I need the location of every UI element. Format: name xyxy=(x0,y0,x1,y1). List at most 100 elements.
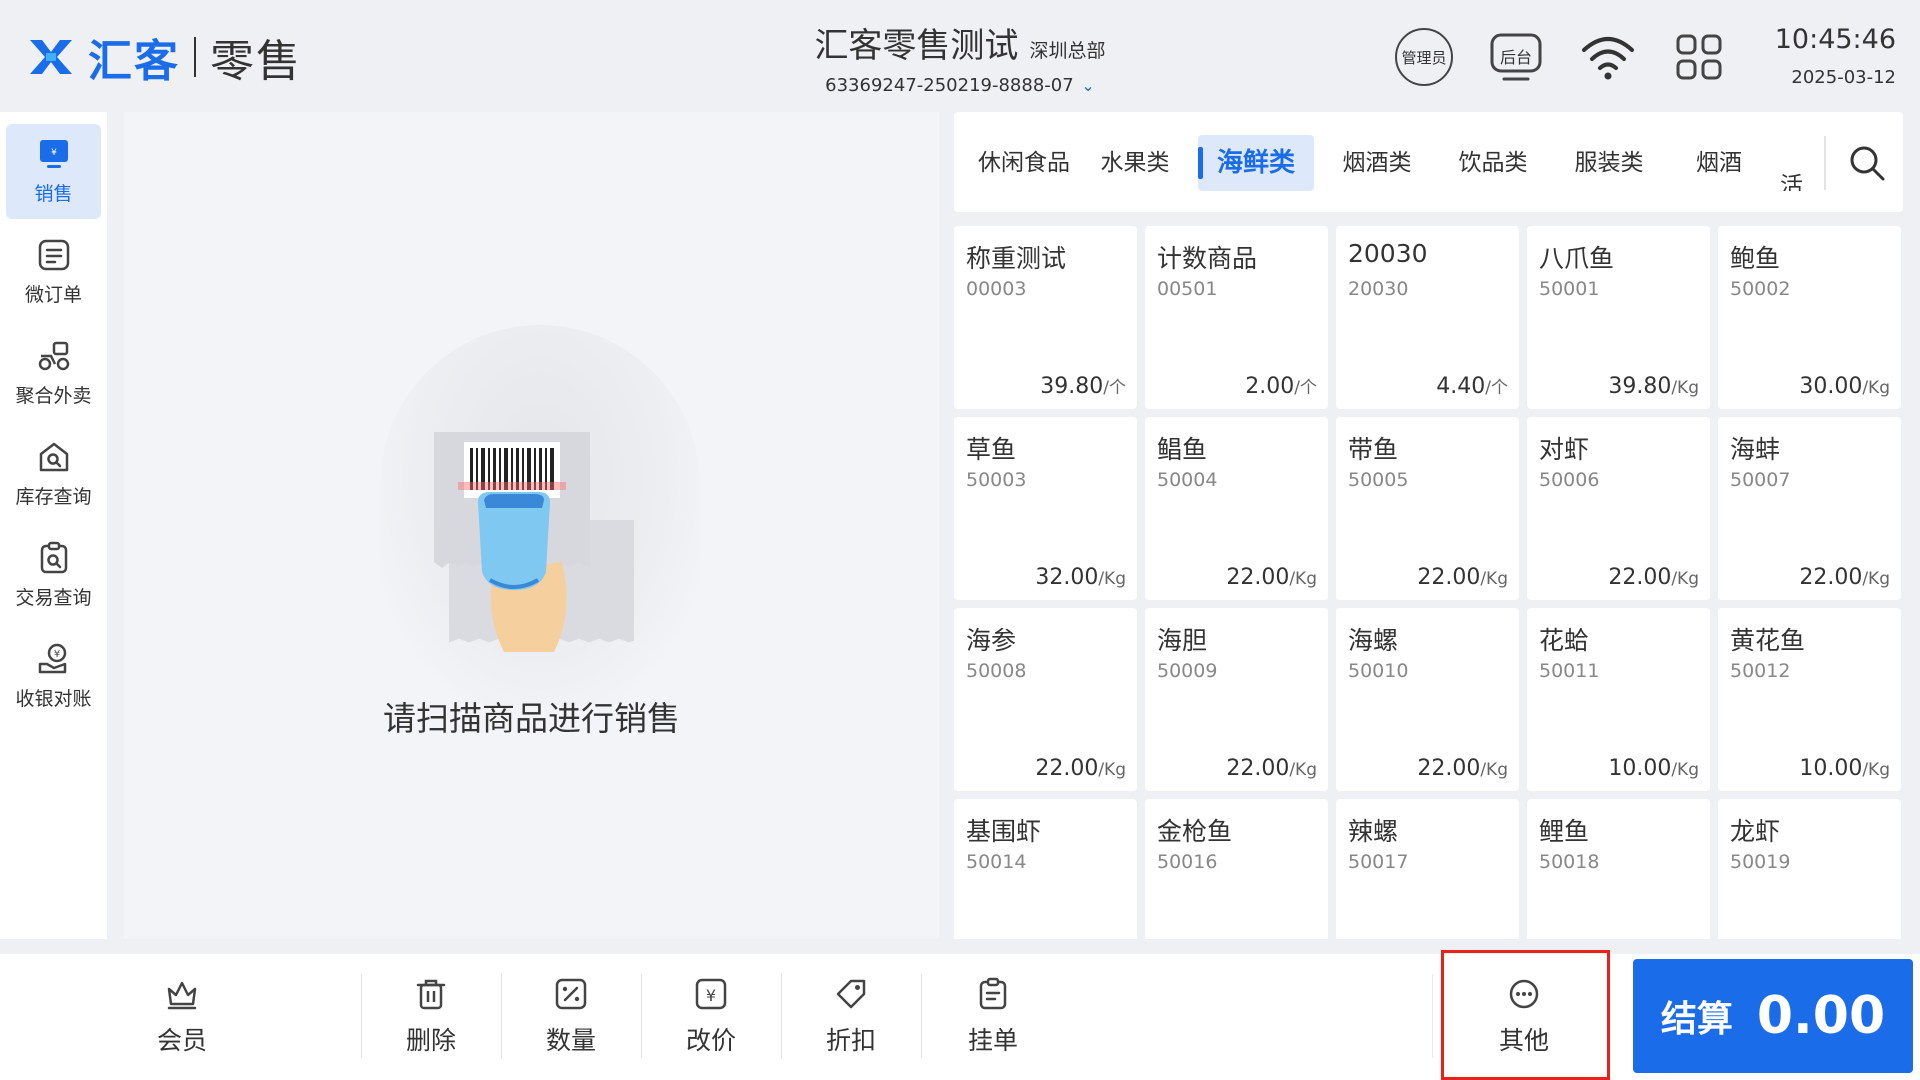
admin-badge: 管理员 xyxy=(1395,28,1453,86)
tab-beverages[interactable]: 饮品类 xyxy=(1448,135,1538,191)
product-price: 22.00/Kg xyxy=(1417,756,1508,781)
product-card[interactable]: 金枪鱼 50016 xyxy=(1145,799,1328,939)
search-icon[interactable] xyxy=(1847,143,1887,183)
product-code: 00501 xyxy=(1157,278,1218,300)
product-card[interactable]: 鲳鱼 50004 22.00/Kg xyxy=(1145,417,1328,600)
product-price: 2.00/个 xyxy=(1245,373,1317,399)
product-price-value: 22.00 xyxy=(1226,565,1290,590)
product-code: 50017 xyxy=(1348,851,1409,873)
product-price: 10.00/Kg xyxy=(1799,756,1890,781)
tab-fruit[interactable]: 水果类 xyxy=(1090,135,1180,191)
backend-button[interactable]: 后台 xyxy=(1485,28,1547,86)
product-code: 50001 xyxy=(1539,278,1600,300)
product-price: 22.00/Kg xyxy=(1417,565,1508,590)
sidebar-item-micro-order[interactable]: 微订单 xyxy=(6,225,101,320)
product-price: 4.40/个 xyxy=(1436,373,1508,399)
member-label: 会员 xyxy=(156,1026,207,1055)
tab-snacks[interactable]: 休闲食品 xyxy=(974,135,1074,191)
product-card[interactable]: 称重测试 00003 39.80/个 xyxy=(954,226,1137,409)
brand-subtitle: 零售 xyxy=(210,36,302,87)
order-icon xyxy=(38,239,69,271)
delete-button[interactable]: 删除 xyxy=(371,972,491,1062)
product-price-unit: /个 xyxy=(1294,378,1317,398)
product-name: 花蛤 xyxy=(1539,626,1590,655)
hold-order-label: 挂单 xyxy=(967,1026,1018,1055)
store-info[interactable]: 汇客零售测试 深圳总部 63369247-250219-8888-07 ⌄ xyxy=(700,18,1220,96)
product-card[interactable]: 鲤鱼 50018 xyxy=(1527,799,1710,939)
tab-live[interactable]: 活 xyxy=(1780,158,1816,191)
product-card[interactable]: 海蚌 50007 22.00/Kg xyxy=(1718,417,1901,600)
change-price-button[interactable]: ¥ 改价 xyxy=(651,972,771,1062)
apps-button[interactable] xyxy=(1668,28,1730,86)
product-name: 带鱼 xyxy=(1348,435,1399,464)
tab-seafood[interactable]: 海鲜类 xyxy=(1198,135,1314,191)
product-card[interactable]: 带鱼 50005 22.00/Kg xyxy=(1336,417,1519,600)
store-code: 63369247-250219-8888-07 xyxy=(825,75,1074,96)
product-card[interactable]: 对虾 50006 22.00/Kg xyxy=(1527,417,1710,600)
store-name: 汇客零售测试 xyxy=(814,26,1019,66)
sidebar-item-inventory[interactable]: 库存查询 xyxy=(6,427,101,522)
product-price-value: 22.00 xyxy=(1417,756,1481,781)
product-price: 10.00/Kg xyxy=(1608,756,1699,781)
product-card[interactable]: 海螺 50010 22.00/Kg xyxy=(1336,608,1519,791)
product-price: 22.00/Kg xyxy=(1799,565,1890,590)
discount-button[interactable]: 折扣 xyxy=(791,972,911,1062)
toolbar-separator xyxy=(921,974,922,1058)
tab-tobacco-alcohol[interactable]: 烟酒类 xyxy=(1332,135,1422,191)
product-card[interactable]: 鲍鱼 50002 30.00/Kg xyxy=(1718,226,1901,409)
product-price: 32.00/Kg xyxy=(1035,565,1126,590)
product-price-value: 32.00 xyxy=(1035,565,1099,590)
store-code-selector[interactable]: 63369247-250219-8888-07 ⌄ xyxy=(700,75,1220,96)
toolbar-separator xyxy=(781,974,782,1058)
store-branch: 深圳总部 xyxy=(1029,40,1106,62)
product-name: 海蚌 xyxy=(1730,435,1781,464)
product-card[interactable]: 海胆 50009 22.00/Kg xyxy=(1145,608,1328,791)
product-code: 50014 xyxy=(966,851,1027,873)
product-card[interactable]: 黄花鱼 50012 10.00/Kg xyxy=(1718,608,1901,791)
product-code: 50002 xyxy=(1730,278,1791,300)
checkout-label: 结算 xyxy=(1660,999,1733,1040)
checkout-button[interactable]: 结算 0.00 xyxy=(1633,959,1913,1073)
product-code: 50005 xyxy=(1348,469,1409,491)
hold-order-button[interactable]: 挂单 xyxy=(933,972,1053,1062)
toolbar-separator xyxy=(501,974,502,1058)
svg-text:¥: ¥ xyxy=(51,148,57,158)
sidebar-item-reconciliation[interactable]: ¥ 收银对账 xyxy=(6,629,101,724)
sidebar-item-transactions[interactable]: 交易查询 xyxy=(6,528,101,623)
product-card[interactable]: 草鱼 50003 32.00/Kg xyxy=(954,417,1137,600)
scanner-hand-illustration-icon xyxy=(434,432,590,652)
admin-button[interactable]: 管理员 xyxy=(1393,28,1455,86)
quantity-icon xyxy=(555,978,587,1010)
product-name: 基围虾 xyxy=(966,817,1042,846)
product-card[interactable]: 龙虾 50019 xyxy=(1718,799,1901,939)
sidebar-item-sales[interactable]: ¥ 销售 xyxy=(6,124,101,219)
member-button[interactable]: 会员 xyxy=(122,972,242,1062)
wifi-status[interactable] xyxy=(1577,28,1639,86)
quantity-button[interactable]: 数量 xyxy=(511,972,631,1062)
product-price-unit: /Kg xyxy=(1098,760,1126,780)
product-card[interactable]: 海参 50008 22.00/Kg xyxy=(954,608,1137,791)
product-name: 八爪鱼 xyxy=(1539,244,1615,273)
brand-name: 汇客 xyxy=(88,36,180,87)
product-grid: 称重测试 00003 39.80/个 计数商品 00501 2.00/个 20030 2003… xyxy=(954,226,1903,939)
product-price-value: 39.80 xyxy=(1608,374,1672,399)
product-card[interactable]: 花蛤 50011 10.00/Kg xyxy=(1527,608,1710,791)
product-card[interactable]: 计数商品 00501 2.00/个 xyxy=(1145,226,1328,409)
product-name: 辣螺 xyxy=(1348,817,1399,846)
product-card[interactable]: 辣螺 50017 xyxy=(1336,799,1519,939)
sidebar-item-label: 收银对账 xyxy=(15,688,92,710)
product-card[interactable]: 20030 20030 4.40/个 xyxy=(1336,226,1519,409)
product-name: 计数商品 xyxy=(1157,244,1258,273)
product-name: 龙虾 xyxy=(1730,817,1781,846)
clock: 10:45:46 2025-03-12 xyxy=(1760,24,1896,88)
product-price-unit: /个 xyxy=(1485,378,1508,398)
product-card[interactable]: 八爪鱼 50001 39.80/Kg xyxy=(1527,226,1710,409)
product-price-value: 39.80 xyxy=(1040,374,1104,399)
product-card[interactable]: 基围虾 50014 xyxy=(954,799,1137,939)
product-price-unit: /Kg xyxy=(1862,569,1890,589)
tab-clothing[interactable]: 服装类 xyxy=(1564,135,1654,191)
sidebar-item-delivery[interactable]: 聚合外卖 xyxy=(6,326,101,421)
tab-tobacco[interactable]: 烟酒 xyxy=(1684,135,1754,191)
product-price-value: 10.00 xyxy=(1608,756,1672,781)
brand-logo-icon xyxy=(30,40,72,74)
